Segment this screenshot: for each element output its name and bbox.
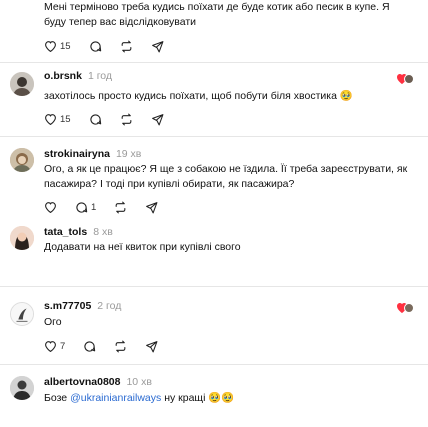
comment-text: Мені терміново треба кудись поїхати де б… bbox=[44, 1, 390, 28]
divider bbox=[0, 364, 428, 365]
repost-icon bbox=[120, 40, 133, 53]
comment-text-end: ну кращі 🥹🥹 bbox=[161, 392, 235, 404]
repost-icon bbox=[114, 340, 127, 353]
reply-button[interactable] bbox=[89, 38, 102, 54]
repost-button[interactable] bbox=[120, 38, 133, 54]
comment-actions: 15 bbox=[44, 38, 182, 54]
comment-bubble-icon bbox=[89, 40, 102, 53]
comment-text: захотілось просто кудись поїхати, щоб по… bbox=[44, 90, 353, 102]
share-button[interactable] bbox=[151, 111, 164, 127]
mention-link[interactable]: @ukrainianrailways bbox=[70, 392, 161, 404]
avatar[interactable] bbox=[10, 376, 34, 400]
comment-thread: Мені терміново треба кудись поїхати де б… bbox=[0, 0, 428, 427]
heart-icon bbox=[44, 113, 57, 125]
share-button[interactable] bbox=[145, 199, 158, 215]
repost-button[interactable] bbox=[114, 199, 127, 215]
send-icon bbox=[145, 201, 158, 214]
reply-count: 1 bbox=[91, 201, 97, 213]
comment-bubble-icon bbox=[89, 113, 102, 126]
comment-header: strokinairyna 19 хв bbox=[44, 148, 141, 160]
comment-actions: 15 bbox=[44, 111, 182, 127]
timestamp: 2 год bbox=[97, 300, 122, 312]
avatar[interactable] bbox=[10, 72, 34, 96]
send-icon bbox=[151, 40, 164, 53]
comment-header: o.brsnk 1 год bbox=[44, 70, 112, 82]
like-button[interactable]: 15 bbox=[44, 111, 71, 127]
comment-header: tata_tols 8 хв bbox=[44, 226, 113, 238]
like-count: 7 bbox=[60, 340, 66, 352]
reply-button[interactable] bbox=[89, 111, 102, 127]
comment-header: s.m77705 2 год bbox=[44, 300, 121, 312]
like-button[interactable]: 7 bbox=[44, 338, 65, 354]
divider bbox=[0, 286, 428, 287]
like-button[interactable] bbox=[44, 199, 57, 215]
like-count: 15 bbox=[60, 40, 71, 52]
heart-icon bbox=[44, 201, 57, 213]
comment-text-start: Бозе bbox=[44, 392, 71, 404]
reply-button[interactable] bbox=[83, 338, 96, 354]
username[interactable]: strokinairyna bbox=[44, 148, 110, 160]
share-button[interactable] bbox=[145, 338, 158, 354]
send-icon bbox=[145, 340, 158, 353]
comment-header: albertovna0808 10 хв bbox=[44, 376, 152, 388]
comment-actions: 7 bbox=[44, 338, 176, 354]
comment-text: Ого bbox=[44, 316, 62, 328]
timestamp: 19 хв bbox=[115, 148, 142, 160]
comment-bubble-icon bbox=[75, 201, 88, 214]
username[interactable]: o.brsnk bbox=[44, 70, 82, 82]
avatar[interactable] bbox=[10, 226, 34, 250]
heart-icon bbox=[44, 340, 57, 352]
comment-text: Додавати на неї квиток при купівлі свого bbox=[44, 241, 241, 253]
comment-text: Ого, а як це працює? Я ще з собакою не ї… bbox=[44, 163, 408, 190]
reply-button[interactable]: 1 bbox=[75, 199, 96, 215]
reactions-indicator[interactable] bbox=[396, 301, 414, 315]
username[interactable]: tata_tols bbox=[44, 226, 87, 238]
username[interactable]: albertovna0808 bbox=[44, 376, 120, 388]
repost-icon bbox=[114, 201, 127, 214]
timestamp: 10 хв bbox=[126, 376, 152, 388]
like-button[interactable]: 15 bbox=[44, 38, 71, 54]
divider bbox=[0, 62, 428, 63]
repost-button[interactable] bbox=[114, 338, 127, 354]
timestamp: 1 год bbox=[87, 70, 113, 82]
divider bbox=[0, 136, 428, 137]
like-count: 15 bbox=[60, 113, 71, 125]
comment-bubble-icon bbox=[83, 340, 96, 353]
heart-icon bbox=[44, 40, 57, 52]
comment-actions: 1 bbox=[44, 199, 176, 215]
timestamp: 8 хв bbox=[93, 226, 113, 238]
avatar[interactable] bbox=[10, 148, 34, 172]
reactions-indicator[interactable] bbox=[396, 72, 414, 86]
avatar[interactable] bbox=[10, 302, 34, 326]
repost-icon bbox=[120, 113, 133, 126]
send-icon bbox=[151, 113, 164, 126]
share-button[interactable] bbox=[151, 38, 164, 54]
username[interactable]: s.m77705 bbox=[44, 300, 91, 312]
comment-text: Бозе @ukrainianrailways ну кращі 🥹🥹 bbox=[44, 391, 412, 406]
repost-button[interactable] bbox=[120, 111, 133, 127]
